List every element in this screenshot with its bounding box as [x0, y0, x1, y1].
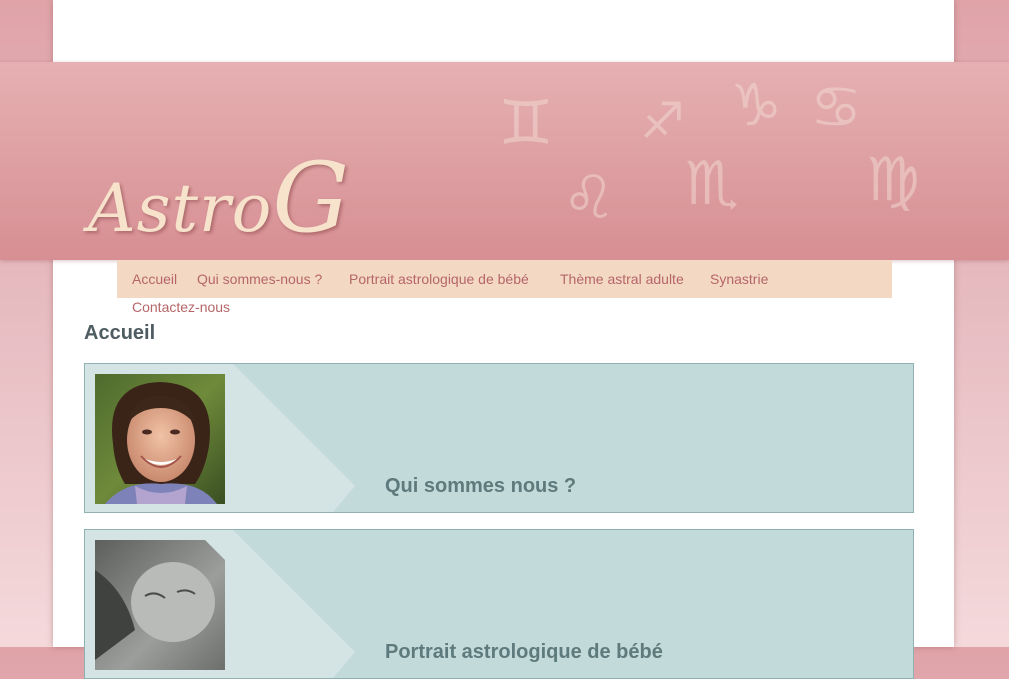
- card-qui-sommes-nous[interactable]: Qui sommes nous ?: [84, 363, 914, 513]
- logo-text: Astro: [88, 170, 273, 247]
- main-nav: Accueil Qui sommes-nous ? Portrait astro…: [117, 260, 892, 315]
- card-title[interactable]: Qui sommes nous ?: [385, 475, 576, 498]
- nav-item-contact[interactable]: Contactez-nous: [132, 299, 230, 315]
- nav-item-qui-sommes-nous[interactable]: Qui sommes-nous ?: [197, 271, 322, 287]
- leo-icon: ♌: [562, 163, 616, 233]
- baby-photo[interactable]: [95, 540, 225, 670]
- nav-item-synastrie[interactable]: Synastrie: [710, 271, 768, 287]
- card-portrait-bebe[interactable]: Portrait astrologique de bébé: [84, 529, 914, 679]
- cancer-icon: ♋: [810, 73, 862, 141]
- logo-initial: G: [272, 142, 351, 254]
- site-logo[interactable]: AstroG: [88, 142, 350, 254]
- gemini-icon: ♊: [498, 86, 554, 159]
- page-title: Accueil: [84, 322, 156, 344]
- virgo-icon: ♍: [866, 145, 920, 215]
- nav-item-portrait-bebe[interactable]: Portrait astrologique de bébé: [349, 271, 529, 287]
- capricorn-icon: ♑: [730, 71, 782, 139]
- card-title[interactable]: Portrait astrologique de bébé: [385, 641, 663, 664]
- nav-item-accueil[interactable]: Accueil: [132, 271, 177, 287]
- scorpio-icon: ♏: [685, 149, 739, 219]
- nav-item-theme-astral[interactable]: Thème astral adulte: [560, 271, 684, 287]
- portrait-photo[interactable]: [95, 374, 225, 504]
- sagittarius-icon: ♐: [640, 92, 685, 150]
